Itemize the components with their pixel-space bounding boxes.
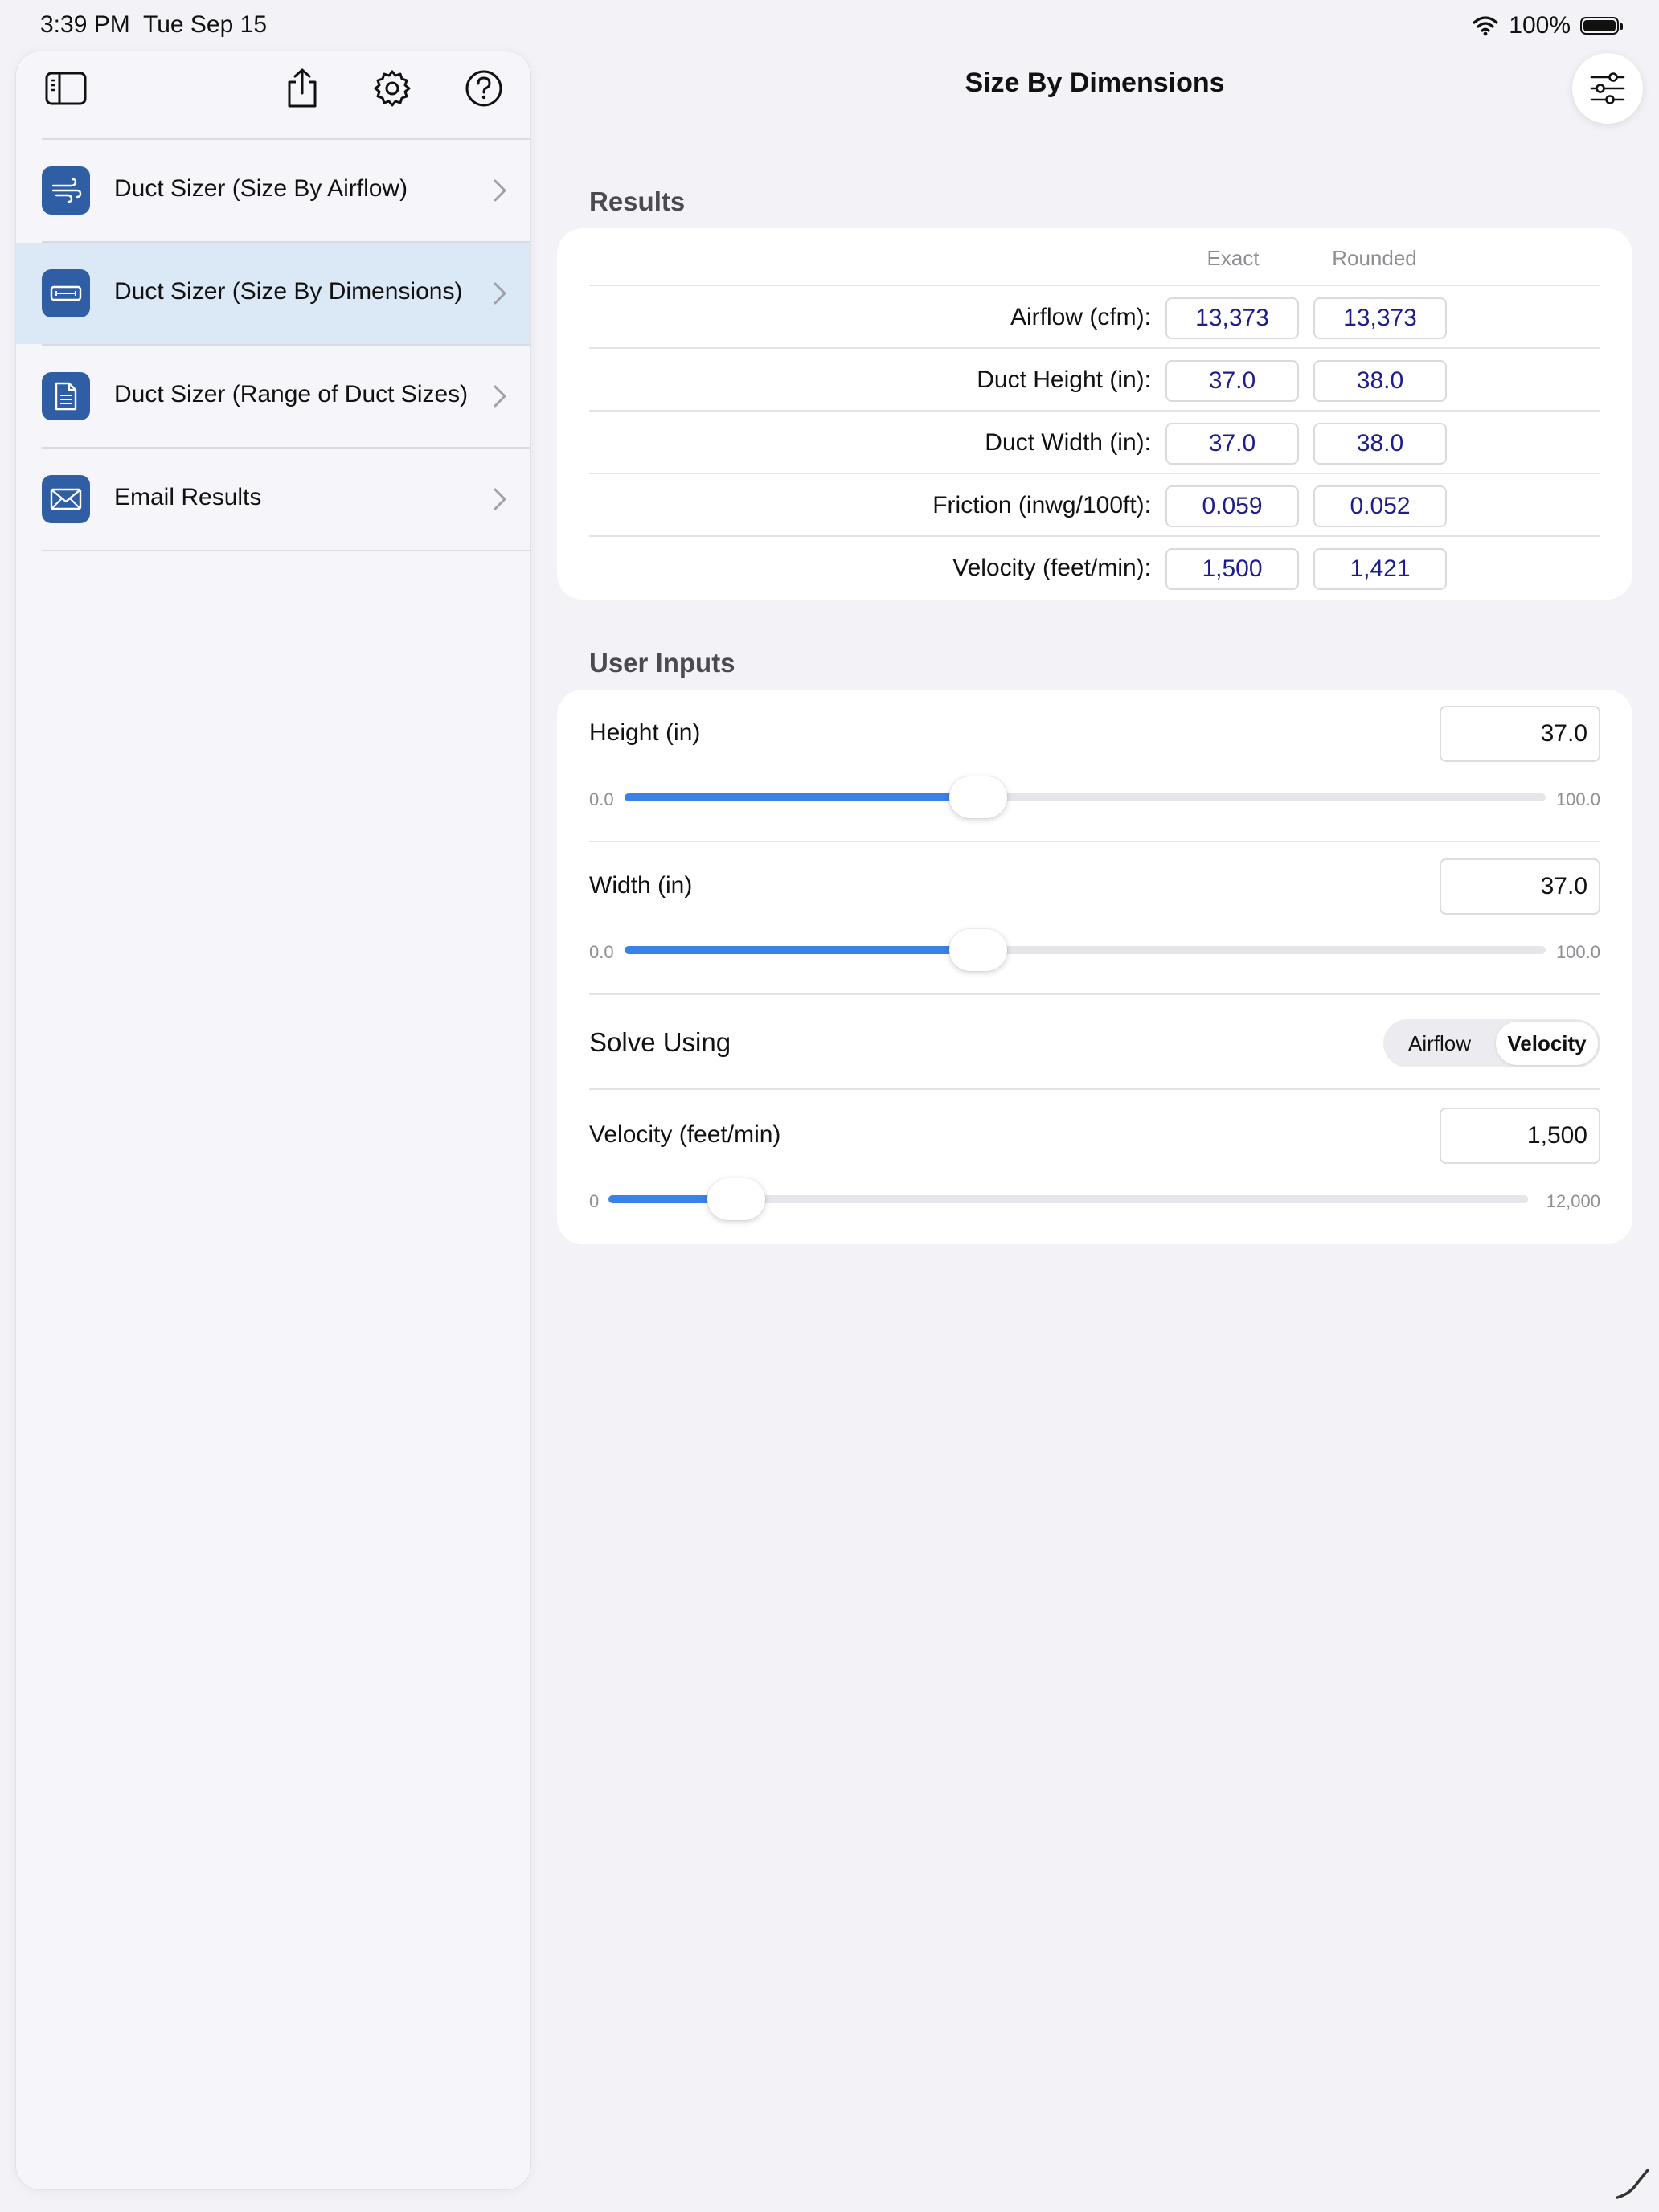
result-duct-width-rounded: 38.0 <box>1313 423 1447 465</box>
help-button[interactable] <box>460 64 508 113</box>
column-header-exact: Exact <box>1206 246 1260 270</box>
share-icon <box>288 68 317 108</box>
row-divider <box>589 410 1600 412</box>
solve-using-option-airflow[interactable]: Airflow <box>1386 1022 1493 1065</box>
width-input[interactable]: 37.0 <box>1440 858 1600 915</box>
result-label-airflow: Airflow (cfm): <box>1010 304 1151 330</box>
result-label-friction: Friction (inwg/100ft): <box>932 492 1151 518</box>
row-divider <box>589 473 1600 474</box>
sidebar-item-size-by-dimensions[interactable]: Duct Sizer (Size By Dimensions) <box>16 243 530 344</box>
status-time: 3:39 PM <box>40 11 130 38</box>
result-label-duct-height: Duct Height (in): <box>977 367 1151 393</box>
result-friction-exact: 0.059 <box>1165 485 1299 527</box>
solve-using-segmented-control: Airflow Velocity <box>1383 1019 1600 1067</box>
input-divider <box>589 841 1600 842</box>
sidebar-item-range-of-duct-sizes[interactable]: Duct Sizer (Range of Duct Sizes) <box>16 346 530 447</box>
sidebar-divider <box>42 550 530 551</box>
result-airflow-rounded: 13,373 <box>1313 297 1447 339</box>
width-max-label: 100.0 <box>1555 942 1600 962</box>
velocity-slider-fill <box>608 1195 723 1203</box>
chevron-right-icon <box>494 488 506 510</box>
result-velocity-rounded: 1,421 <box>1313 548 1447 590</box>
result-friction-rounded: 0.052 <box>1313 485 1447 527</box>
user-inputs-section-title: User Inputs <box>589 648 735 678</box>
height-slider[interactable] <box>625 776 1546 818</box>
result-label-velocity: Velocity (feet/min): <box>952 555 1151 581</box>
input-divider <box>589 1088 1600 1090</box>
row-divider <box>589 285 1600 286</box>
sidebar-toolbar <box>16 51 530 138</box>
sidebar-item-label: Email Results <box>114 484 262 510</box>
duct-icon <box>42 269 90 317</box>
result-duct-width-exact: 37.0 <box>1165 423 1299 465</box>
height-slider-fill <box>625 793 965 801</box>
width-slider[interactable] <box>625 929 1546 971</box>
result-label-duct-width: Duct Width (in): <box>985 429 1151 456</box>
solve-using-label: Solve Using <box>589 1027 731 1057</box>
velocity-min-label: 0 <box>589 1191 600 1211</box>
battery-icon <box>1580 17 1623 35</box>
result-duct-height-exact: 37.0 <box>1165 360 1299 402</box>
result-velocity-exact: 1,500 <box>1165 548 1299 590</box>
battery-percent: 100% <box>1509 12 1571 39</box>
wifi-icon <box>1473 16 1498 36</box>
velocity-slider-thumb[interactable] <box>707 1178 765 1220</box>
height-slider-thumb[interactable] <box>949 776 1007 818</box>
width-slider-thumb[interactable] <box>949 929 1007 971</box>
solve-using-option-velocity[interactable]: Velocity <box>1496 1022 1598 1065</box>
resize-handle-icon[interactable] <box>1612 2162 1651 2201</box>
height-label: Height (in) <box>589 719 701 746</box>
row-divider <box>589 347 1600 349</box>
velocity-max-label: 12,000 <box>1546 1191 1600 1211</box>
settings-button[interactable] <box>368 64 416 113</box>
row-divider <box>589 535 1600 537</box>
filter-button[interactable] <box>1572 53 1643 124</box>
chevron-right-icon <box>494 385 506 408</box>
sidebar-item-label: Duct Sizer (Range of Duct Sizes) <box>114 381 469 408</box>
input-divider <box>589 993 1600 995</box>
width-min-label: 0.0 <box>589 942 614 962</box>
sidebar-item-email-results[interactable]: Email Results <box>16 449 530 550</box>
user-inputs-card: Height (in) 37.0 0.0 100.0 Width (in) 37… <box>557 690 1632 1244</box>
results-section-title: Results <box>589 186 686 216</box>
sidebar-item-label: Duct Sizer (Size By Dimensions) <box>114 278 463 305</box>
share-button[interactable] <box>278 64 326 113</box>
chevron-right-icon <box>494 282 506 305</box>
velocity-slider[interactable] <box>608 1178 1528 1220</box>
height-min-label: 0.0 <box>589 789 614 809</box>
width-label: Width (in) <box>589 872 693 899</box>
status-date: Tue Sep 15 <box>143 11 267 38</box>
result-duct-height-rounded: 38.0 <box>1313 360 1447 402</box>
envelope-icon <box>42 475 90 523</box>
document-icon <box>42 372 90 420</box>
sidebar-toggle-icon <box>45 72 87 105</box>
column-header-rounded: Rounded <box>1332 246 1417 270</box>
status-right: 100% <box>1472 11 1623 40</box>
sliders-icon <box>1590 72 1625 104</box>
sidebar: Duct Sizer (Size By Airflow) Duct Sizer … <box>16 51 530 2189</box>
height-input[interactable]: 37.0 <box>1440 706 1600 762</box>
chevron-right-icon <box>494 179 506 202</box>
velocity-label: Velocity (feet/min) <box>589 1121 781 1148</box>
results-card: Exact Rounded Airflow (cfm): 13,373 13,3… <box>557 228 1632 600</box>
result-airflow-exact: 13,373 <box>1165 297 1299 339</box>
gear-icon <box>374 70 411 107</box>
sidebar-item-label: Duct Sizer (Size By Airflow) <box>114 175 408 202</box>
width-slider-fill <box>625 946 965 954</box>
velocity-input[interactable]: 1,500 <box>1440 1108 1600 1164</box>
sidebar-toggle-button[interactable] <box>42 64 90 113</box>
height-max-label: 100.0 <box>1555 789 1600 809</box>
page-title: Size By Dimensions <box>965 68 1225 98</box>
wind-icon <box>42 166 90 215</box>
sidebar-item-size-by-airflow[interactable]: Duct Sizer (Size By Airflow) <box>16 140 530 241</box>
help-icon <box>465 70 502 107</box>
